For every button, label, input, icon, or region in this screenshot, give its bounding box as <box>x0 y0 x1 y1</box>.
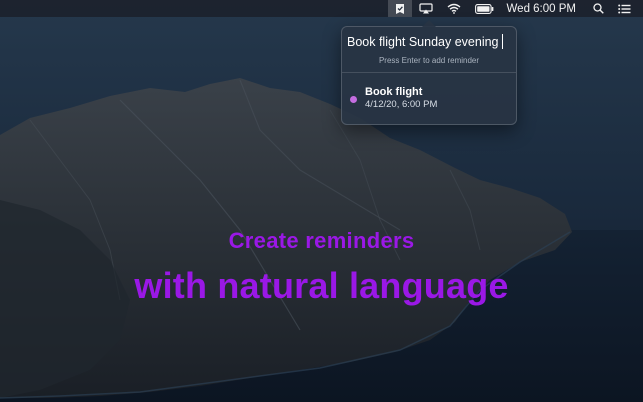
reminder-title: Book flight <box>365 86 423 98</box>
text-caret <box>502 34 503 49</box>
list-icon[interactable] <box>611 0 643 17</box>
caption-headline: Create reminders <box>228 228 415 253</box>
popover-arrow <box>422 20 436 27</box>
reminder-item[interactable]: Book flight 4/12/20, 6:00 PM <box>342 79 516 115</box>
popover-hint: Press Enter to add reminder <box>378 56 480 65</box>
reminder-input[interactable] <box>347 31 511 53</box>
menu-bar-clock[interactable]: Wed 6:00 PM <box>501 0 586 17</box>
menu-bar: Wed 6:00 PM <box>0 0 643 17</box>
search-icon[interactable] <box>586 0 611 17</box>
caption-subheadline: with natural language <box>134 265 509 306</box>
battery-icon[interactable] <box>468 0 501 17</box>
wallpaper-island <box>0 0 643 402</box>
wifi-icon[interactable] <box>440 0 468 17</box>
desktop: Wed 6:00 PM Press Enter to add reminder <box>0 0 643 402</box>
reminder-date: 4/12/20, 6:00 PM <box>365 99 438 110</box>
reminders-app-icon[interactable] <box>387 0 412 17</box>
airplay-icon[interactable] <box>412 0 440 17</box>
reminder-dot-icon <box>350 96 357 103</box>
divider <box>342 72 516 73</box>
reminder-popover: Press Enter to add reminder Book flight … <box>341 20 517 125</box>
